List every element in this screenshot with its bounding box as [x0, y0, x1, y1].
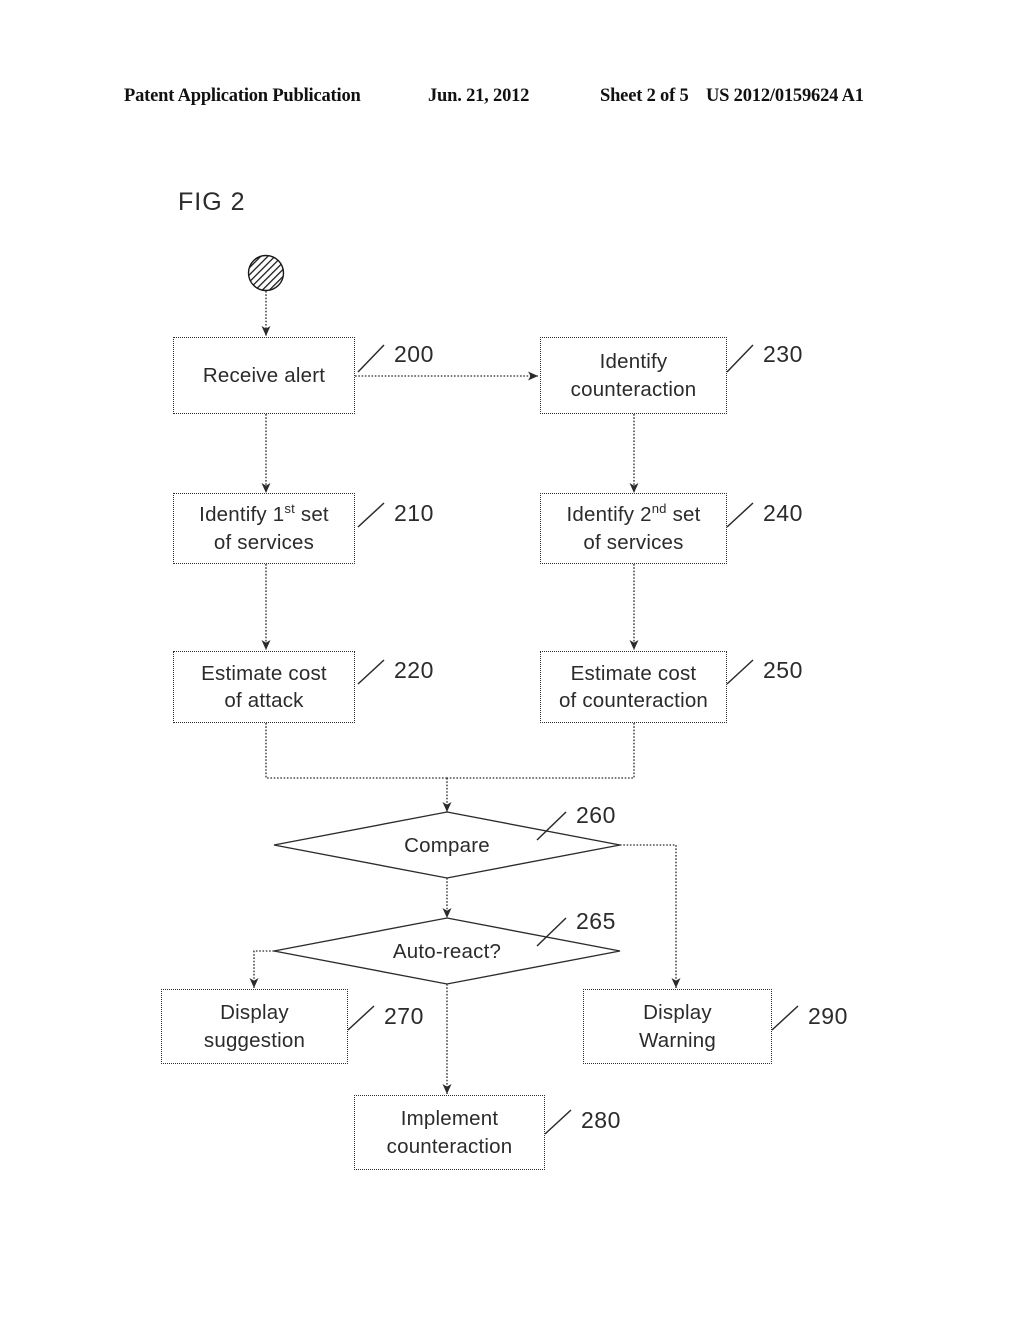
node-estimate-cost-attack-label: Estimate cost of attack: [201, 661, 327, 712]
leader-270: [347, 1005, 375, 1031]
start-node: [247, 254, 285, 292]
ref-numeral-230: 230: [763, 341, 803, 367]
node-estimate-cost-counteraction[interactable]: Estimate cost of counteraction: [540, 651, 727, 723]
node-implement-counteraction-label: Implement counteraction: [386, 1107, 513, 1158]
edge-250-merge: [447, 723, 635, 779]
node-identify-counteraction[interactable]: Identify counteraction: [540, 337, 727, 414]
edge-220-merge: [265, 723, 447, 779]
decision-compare-label: Compare: [404, 834, 490, 857]
leader-290: [771, 1005, 799, 1031]
leader-200: [357, 344, 385, 373]
leader-210: [357, 502, 385, 528]
edge-260-to-290: [620, 844, 681, 988]
ref-numeral-210: 210: [394, 500, 434, 526]
decision-autoreact-label: Auto-react?: [392, 940, 502, 963]
node-estimate-cost-counteraction-label: Estimate cost of counteraction: [558, 661, 709, 712]
node-identify-counteraction-label: Identify counteraction: [570, 350, 697, 401]
ref-numeral-220: 220: [394, 657, 434, 683]
ref-numeral-260: 260: [576, 802, 616, 828]
leader-240: [726, 502, 754, 528]
ref-numeral-250: 250: [763, 657, 803, 683]
node-display-suggestion-label: Display suggestion: [203, 1001, 306, 1052]
node-estimate-cost-attack[interactable]: Estimate cost of attack: [173, 651, 355, 723]
node-identify-second-set-label: Identify 2nd set of services: [566, 501, 701, 554]
ref-numeral-240: 240: [763, 500, 803, 526]
leader-230: [726, 344, 754, 373]
node-implement-counteraction[interactable]: Implement counteraction: [354, 1095, 545, 1170]
node-display-warning[interactable]: Display Warning: [583, 989, 772, 1064]
ref-numeral-265: 265: [576, 908, 616, 934]
ref-numeral-290: 290: [808, 1003, 848, 1029]
node-receive-alert-label: Receive alert: [202, 363, 326, 387]
node-display-suggestion[interactable]: Display suggestion: [161, 989, 348, 1064]
node-receive-alert[interactable]: Receive alert: [173, 337, 355, 414]
node-identify-first-set-label: Identify 1st set of services: [199, 501, 329, 554]
leader-220: [357, 659, 385, 685]
node-identify-second-set[interactable]: Identify 2nd set of services: [540, 493, 727, 564]
node-display-warning-label: Display Warning: [639, 1001, 716, 1052]
edge-265-to-270: [249, 950, 274, 988]
leader-280: [544, 1109, 572, 1135]
ref-numeral-200: 200: [394, 341, 434, 367]
ref-numeral-280: 280: [581, 1107, 621, 1133]
leader-250: [726, 659, 754, 685]
ref-numeral-270: 270: [384, 1003, 424, 1029]
node-identify-first-set[interactable]: Identify 1st set of services: [173, 493, 355, 564]
